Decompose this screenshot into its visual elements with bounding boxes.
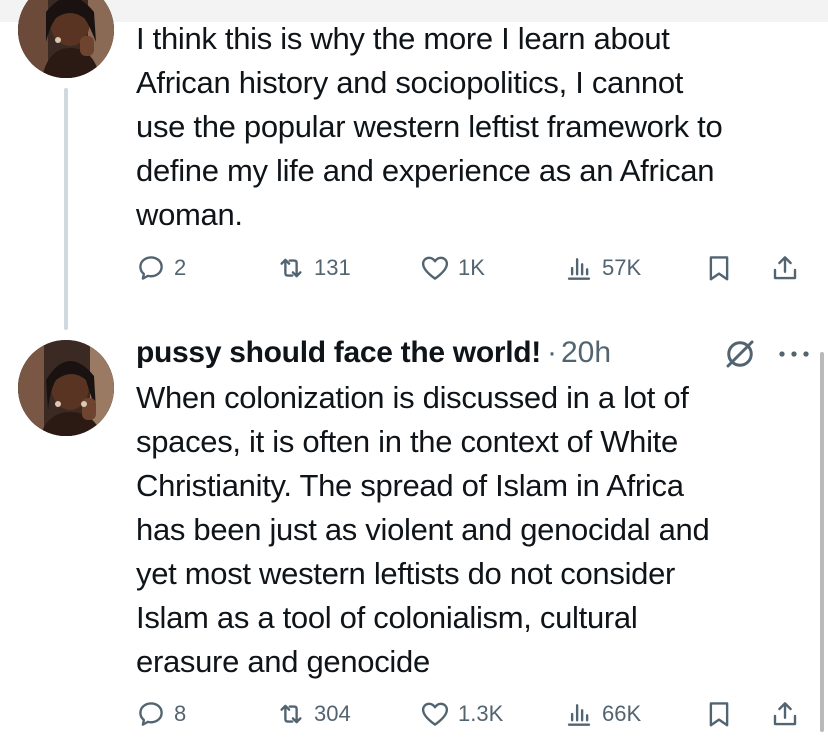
like-count: 1K bbox=[458, 255, 485, 280]
header-separator: · bbox=[547, 336, 557, 369]
reply-icon bbox=[139, 256, 163, 280]
tweet-actions: 8 304 1.3K 66K bbox=[136, 694, 812, 734]
retweet-button[interactable]: 304 bbox=[276, 694, 351, 734]
avatar-image bbox=[18, 0, 114, 78]
heart-icon bbox=[421, 702, 449, 726]
heart-icon bbox=[421, 256, 449, 280]
like-button[interactable]: 1.3K bbox=[420, 694, 503, 734]
views-button[interactable]: 57K bbox=[564, 248, 641, 288]
reply-button[interactable]: 2 bbox=[136, 248, 186, 288]
share-icon bbox=[773, 702, 797, 726]
reply-count: 8 bbox=[174, 701, 187, 726]
bookmark-icon bbox=[709, 256, 729, 281]
retweet-icon bbox=[280, 704, 302, 724]
reply-count: 2 bbox=[174, 255, 187, 280]
avatar[interactable] bbox=[18, 0, 114, 78]
views-icon bbox=[567, 258, 591, 280]
retweet-button[interactable]: 131 bbox=[276, 248, 351, 288]
timestamp[interactable]: 20h bbox=[561, 333, 611, 373]
reply-button[interactable]: 8 bbox=[136, 694, 186, 734]
bookmark-button[interactable] bbox=[704, 248, 734, 288]
grok-icon[interactable] bbox=[722, 336, 758, 372]
views-icon bbox=[567, 704, 591, 726]
share-button[interactable] bbox=[770, 694, 800, 734]
bookmark-button[interactable] bbox=[704, 694, 734, 734]
share-icon bbox=[773, 256, 797, 280]
view-count: 57K bbox=[602, 255, 642, 280]
avatar[interactable] bbox=[18, 340, 114, 436]
bookmark-icon bbox=[709, 702, 729, 727]
like-count: 1.3K bbox=[458, 701, 504, 726]
share-button[interactable] bbox=[770, 248, 800, 288]
header-icons bbox=[722, 336, 822, 372]
like-button[interactable]: 1K bbox=[420, 248, 485, 288]
more-icon[interactable] bbox=[774, 336, 814, 372]
retweet-count: 131 bbox=[314, 255, 351, 280]
views-button[interactable]: 66K bbox=[564, 694, 641, 734]
retweet-count: 304 bbox=[314, 701, 351, 726]
reply-icon bbox=[139, 702, 163, 726]
tweet-text: When colonization is discussed in a lot … bbox=[136, 380, 710, 679]
thread-line bbox=[64, 88, 68, 330]
retweet-icon bbox=[280, 258, 302, 278]
tweet-text: I think this is why the more I learn abo… bbox=[136, 21, 723, 232]
tweet-actions: 2 131 1K 57K bbox=[136, 248, 812, 288]
display-name[interactable]: pussy should face the world! bbox=[136, 333, 541, 373]
view-count: 66K bbox=[602, 701, 642, 726]
avatar-image bbox=[18, 340, 114, 436]
scrollbar[interactable] bbox=[820, 352, 824, 732]
